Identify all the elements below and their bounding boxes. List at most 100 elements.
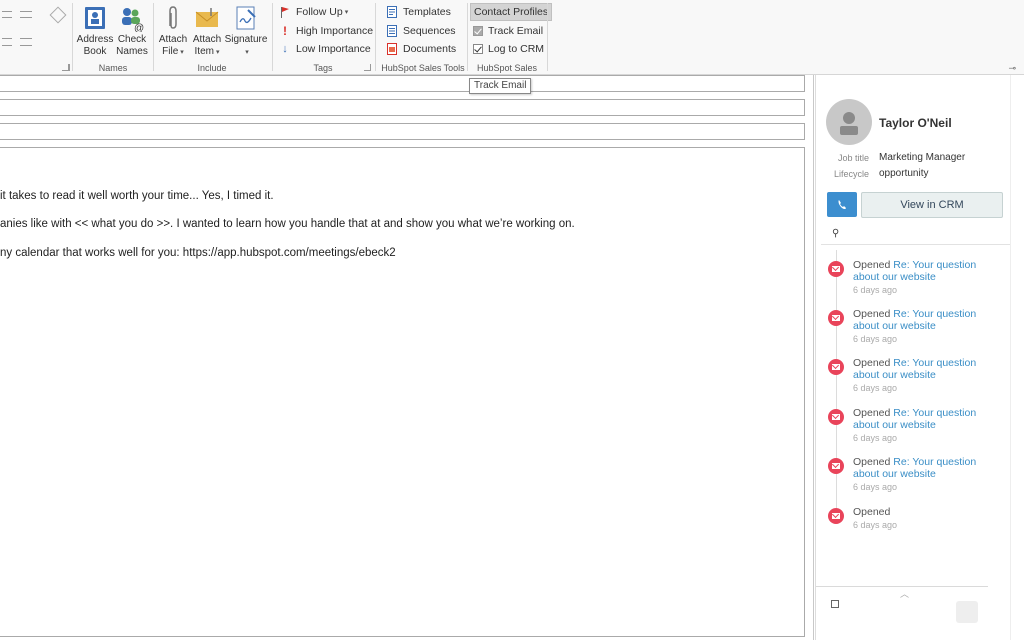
subject-field[interactable] [0, 123, 805, 140]
chevron-down-icon: ▾ [245, 49, 249, 56]
hubspot-sales-group: Contact Profiles Track Email Log to CRM … [468, 0, 553, 75]
decrease-indent-icon[interactable] [2, 38, 12, 46]
contact-profiles-button[interactable]: Contact Profiles [470, 3, 553, 21]
tags-launcher-icon[interactable] [364, 64, 371, 71]
timeline-action: Opened [853, 456, 891, 468]
timeline-time: 6 days ago [853, 334, 898, 344]
lifecycle-label: Lifecycle [833, 169, 869, 179]
documents-label: Documents [403, 43, 457, 55]
compose-area: it takes to read it well worth your time… [0, 75, 814, 640]
track-email-label: Track Email [488, 25, 544, 37]
check-names-icon: @ [122, 8, 144, 32]
attach-item-label-2: Item [194, 46, 214, 57]
contact-name: Taylor O'Neil [879, 116, 952, 130]
check-names-button[interactable]: @ Check Names [114, 4, 150, 58]
sequences-button[interactable]: Sequences [386, 22, 456, 40]
email-opened-icon [828, 409, 844, 425]
email-opened-icon [828, 310, 844, 326]
timeline-text: Opened Re: Your question about our websi… [853, 357, 1003, 381]
timeline-action: Opened [853, 308, 891, 320]
track-email-checkbox[interactable] [473, 26, 483, 36]
message-body[interactable]: it takes to read it well worth your time… [0, 147, 805, 637]
log-to-crm-label: Log to CRM [488, 43, 545, 55]
email-opened-icon [828, 458, 844, 474]
hubspot-sales-tools-label: HubSpot Sales Tools [381, 63, 465, 73]
increase-indent-icon[interactable] [20, 38, 32, 46]
templates-button[interactable]: Templates [386, 3, 451, 21]
follow-up-label: Follow Up [296, 6, 343, 18]
body-line: anies like with << what you do >>. I wan… [0, 218, 575, 230]
paperclip-icon [169, 6, 177, 29]
track-email-tooltip: Track Email [469, 78, 532, 94]
timeline-time: 6 days ago [853, 520, 898, 530]
documents-icon [387, 43, 397, 55]
call-button[interactable] [827, 192, 857, 217]
phone-icon [838, 200, 846, 209]
hubspot-sales-label: HubSpot Sales [476, 63, 538, 73]
hubspot-sprocket-icon[interactable]: ⚲ [832, 228, 839, 239]
cc-field[interactable] [0, 99, 805, 116]
ribbon-separator [547, 3, 548, 71]
job-title-label: Job title [837, 153, 869, 163]
timeline-action: Opened [853, 259, 891, 271]
numbering-icon[interactable] [20, 11, 32, 18]
templates-label: Templates [403, 6, 451, 18]
job-title-value: Marketing Manager [879, 152, 966, 163]
sequences-icon [387, 25, 397, 37]
email-opened-icon [828, 261, 844, 277]
names-group: Address Book @ Check Names Names [63, 0, 152, 75]
collapse-ribbon-icon[interactable]: ⊸ [1008, 63, 1016, 74]
low-importance-label: Low Importance [296, 43, 371, 55]
arrow-down-icon: ↓ [282, 43, 288, 55]
timeline-action: Opened [853, 357, 891, 369]
timeline-action: Opened [853, 407, 891, 419]
log-to-crm-toggle[interactable]: Log to CRM [473, 40, 544, 58]
timeline-time: 6 days ago [853, 482, 898, 492]
attach-file-button[interactable]: Attach File ▾ [156, 4, 190, 59]
signature-button[interactable]: Signature ▾ [224, 4, 268, 59]
email-opened-icon [828, 508, 844, 524]
timeline-text: Opened Re: Your question about our websi… [853, 456, 1003, 480]
timeline-text: Opened Re: Your question about our websi… [853, 407, 1003, 431]
low-importance-button[interactable]: ↓ Low Importance [279, 40, 371, 58]
tags-group: Follow Up ▾ ! High Importance ↓ Low Impor… [273, 0, 373, 75]
timeline-time: 6 days ago [853, 383, 898, 393]
to-field[interactable] [0, 75, 805, 92]
email-opened-icon [828, 359, 844, 375]
address-book-button[interactable]: Address Book [76, 4, 114, 58]
ribbon: Address Book @ Check Names Names Attach … [0, 0, 1024, 75]
address-book-label-2: Book [83, 46, 107, 57]
view-in-crm-button[interactable]: View in CRM [861, 192, 1003, 218]
bullets-icon[interactable] [2, 11, 12, 18]
timeline-action: Opened [853, 506, 891, 518]
exclamation-icon: ! [283, 24, 287, 38]
chevron-down-icon: ▾ [215, 49, 220, 56]
timeline-time: 6 days ago [853, 285, 898, 295]
chevron-down-icon: ▾ [180, 49, 184, 56]
mini-avatar[interactable] [956, 601, 978, 623]
high-importance-button[interactable]: ! High Importance [279, 22, 373, 40]
chevron-up-icon[interactable]: ︿ [900, 587, 909, 600]
names-launcher-icon[interactable] [63, 64, 70, 71]
lifecycle-value: opportunity [879, 168, 929, 179]
track-email-toggle[interactable]: Track Email [473, 22, 543, 40]
address-book-icon [85, 7, 105, 29]
avatar [826, 99, 872, 145]
format-painter-icon[interactable] [49, 6, 67, 24]
attach-item-button[interactable]: Attach Item ▾ [190, 4, 224, 59]
popout-icon[interactable] [831, 600, 839, 608]
contact-profiles-label: Contact Profiles [474, 6, 549, 18]
include-group: Attach File ▾ Attach Item ▾ Signature ▾ In… [154, 0, 270, 75]
ribbon-separator [72, 3, 73, 71]
sidebar-scroll-edge [1010, 75, 1024, 640]
timeline-time: 6 days ago [853, 433, 898, 443]
body-line: it takes to read it well worth your time… [0, 190, 274, 202]
log-to-crm-checkbox[interactable] [473, 44, 483, 54]
include-group-label: Include [197, 63, 227, 73]
follow-up-button[interactable]: Follow Up ▾ [279, 3, 348, 21]
documents-button[interactable]: Documents [386, 40, 456, 58]
timeline-text: Opened Re: Your question about our websi… [853, 259, 1003, 283]
flag-icon [281, 7, 289, 18]
body-line: ny calendar that works well for you: htt… [0, 247, 396, 259]
chevron-down-icon: ▾ [344, 9, 349, 16]
